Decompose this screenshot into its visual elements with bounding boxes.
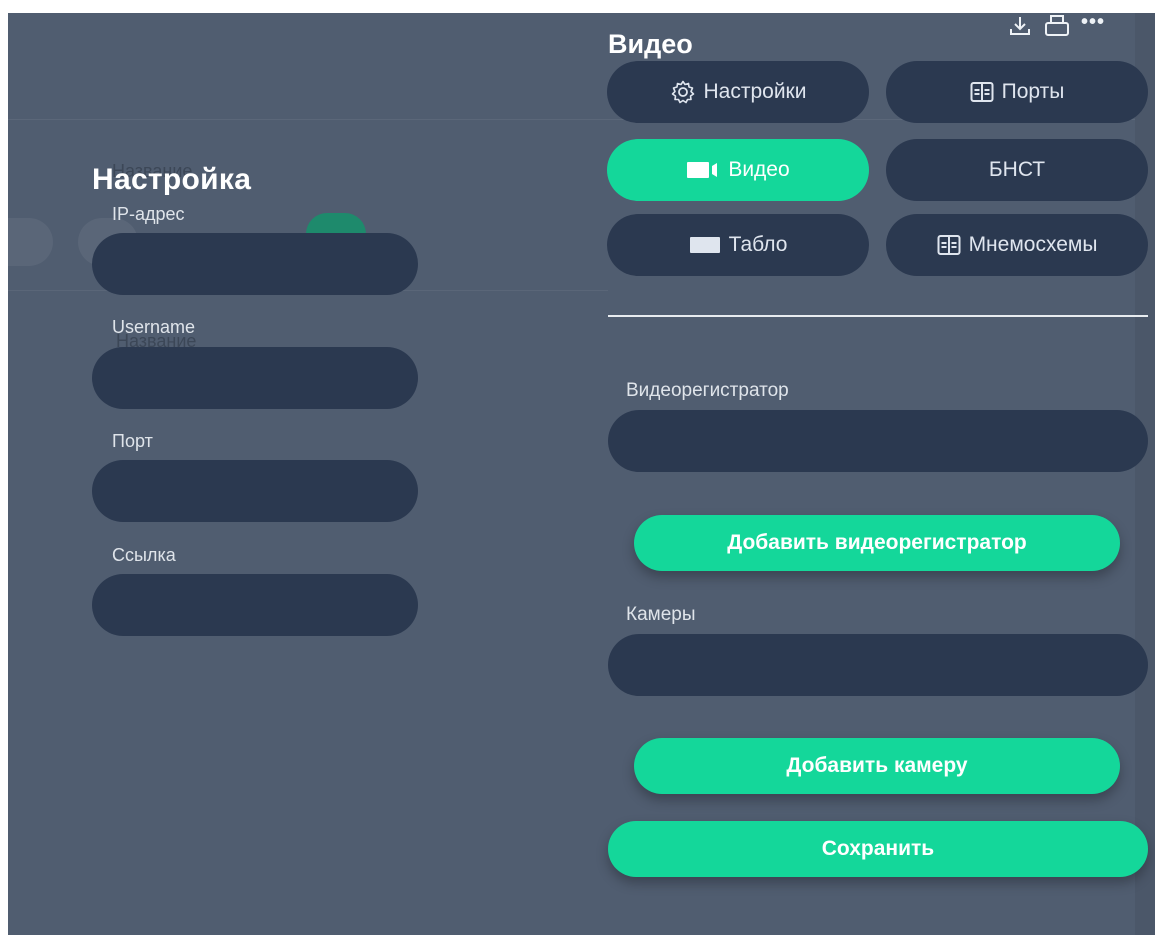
add-video-recorder-button[interactable]: Добавить видеорегистратор: [634, 515, 1120, 571]
link-label: Ссылка: [112, 545, 176, 565]
settings-title: Настройка: [92, 163, 252, 196]
ports-icon: [937, 234, 961, 256]
nav-video-label: Видео: [728, 158, 790, 181]
video-panel-title: Видео: [608, 29, 693, 59]
ip-address-label: IP-адрес: [112, 204, 185, 224]
ip-address-input[interactable]: [92, 233, 418, 295]
nav-board-button[interactable]: Табло: [607, 214, 869, 276]
link-input[interactable]: [92, 574, 418, 636]
port-label: Порт: [112, 431, 153, 451]
nav-settings-label: Настройки: [703, 80, 807, 103]
app-frame: Название Название Настройка IP-адрес Use…: [8, 13, 1155, 935]
add-camera-button[interactable]: Добавить камеру: [634, 738, 1120, 794]
gear-icon: [670, 79, 696, 105]
board-icon: [689, 235, 721, 255]
video-recorder-input[interactable]: [608, 410, 1148, 472]
nav-video-button[interactable]: Видео: [607, 139, 869, 201]
nav-board-label: Табло: [728, 233, 788, 256]
section-divider: [608, 315, 1148, 317]
cameras-input[interactable]: [608, 634, 1148, 696]
background-pill: [8, 218, 53, 266]
username-label: Username: [112, 317, 196, 337]
nav-ports-button[interactable]: Порты: [886, 61, 1148, 123]
nav-bnst-label: БНСТ: [988, 158, 1046, 181]
cameras-label: Камеры: [626, 604, 696, 625]
username-input[interactable]: [92, 347, 418, 409]
nav-mnemonic-button[interactable]: Мнемосхемы: [886, 214, 1148, 276]
more-icon[interactable]: •••: [1081, 13, 1105, 34]
nav-settings-button[interactable]: Настройки: [607, 61, 869, 123]
nav-mnemonic-label: Мнемосхемы: [968, 233, 1098, 256]
video-recorder-label: Видеорегистратор: [626, 380, 789, 401]
nav-bnst-button[interactable]: БНСТ: [886, 139, 1148, 201]
save-button[interactable]: Сохранить: [608, 821, 1148, 877]
nav-ports-label: Порты: [1001, 80, 1065, 103]
ports-icon: [970, 81, 994, 103]
video-camera-icon: [686, 160, 720, 180]
download-icon[interactable]: [1008, 15, 1032, 43]
port-input[interactable]: [92, 460, 418, 522]
print-icon[interactable]: [1043, 14, 1071, 44]
